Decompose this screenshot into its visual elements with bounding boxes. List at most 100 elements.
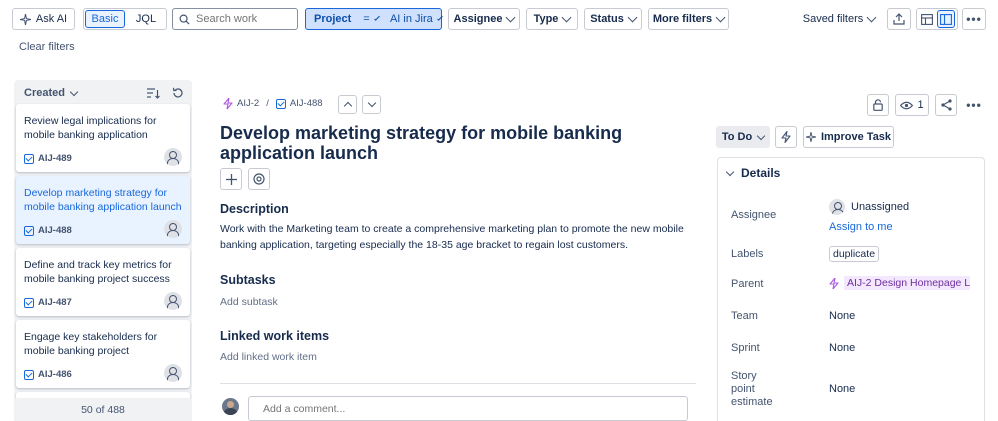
label-tag[interactable]: duplicate [829,246,880,262]
chevron-down-icon [69,87,79,96]
more-filters-label: More filters [652,13,713,25]
parent-field[interactable]: AIJ-2 Design Homepage L [829,276,970,290]
project-filter-button[interactable]: Project = AI in Jira [305,8,443,30]
ask-ai-label: Ask AI [35,13,68,25]
task-icon [24,153,34,164]
list-item-key: AIJ-489 [24,153,72,164]
team-label: Team [731,310,758,322]
list-item[interactable]: Engage key stakeholders for mobile banki… [16,320,190,388]
list-view-icon [921,13,933,25]
basic-mode-button[interactable]: Basic [85,10,125,28]
more-icon: ••• [966,98,982,112]
share-icon [940,99,952,111]
breadcrumb-parent-link[interactable]: AIJ-2 [237,98,259,109]
share-button[interactable] [935,94,957,116]
watchers-count: 1 [917,99,924,111]
status-dropdown[interactable]: To Do [716,126,770,148]
list-item[interactable]: Review legal implications for mobile ban… [16,104,190,172]
lightning-icon [781,131,791,143]
list-item[interactable]: Develop marketing strategy for mobile ba… [16,176,190,244]
list-item[interactable]: Define and track key metrics for mobile … [16,248,190,316]
chevron-down-icon [506,12,516,23]
details-heading: Details [741,166,781,180]
status-filter-button[interactable]: Status [584,8,642,30]
more-icon: ••• [966,12,982,26]
task-icon [24,225,34,236]
ask-ai-button[interactable]: Ask AI [12,8,75,30]
assignee-filter-label: Assignee [453,13,503,25]
apps-button[interactable] [248,168,270,190]
team-value[interactable]: None [829,310,855,322]
search-icon [179,14,190,25]
improve-task-label: Improve Task [820,131,892,143]
list-item-title: Develop marketing strategy for mobile ba… [24,187,182,213]
saved-filters-label: Saved filters [802,13,864,25]
comment-input-box[interactable] [248,396,688,421]
list-item-title: Engage key stakeholders for mobile banki… [24,331,158,357]
issue-more-actions-button[interactable]: ••• [962,94,986,116]
avatar [164,364,182,382]
restrict-access-button[interactable] [867,94,889,116]
eye-icon [900,101,914,109]
assignee-filter-button[interactable]: Assignee [448,8,520,30]
sort-order-button[interactable] [147,87,161,101]
lock-icon [873,99,883,111]
type-filter-button[interactable]: Type [526,8,578,30]
search-input[interactable] [196,13,292,25]
more-actions-button[interactable]: ••• [962,8,986,30]
story-points-value[interactable]: None [829,383,855,395]
linked-work-heading: Linked work items [220,329,330,343]
pagination: 50 of 488 [14,398,192,421]
automation-button[interactable] [775,126,797,148]
story-points-label-line: point [731,383,755,395]
parent-label: Parent [731,278,764,290]
previous-item-button[interactable] [338,95,357,114]
subtasks-heading: Subtasks [220,273,276,287]
page-title[interactable]: Develop marketing strategy for mobile ba… [220,123,700,163]
export-icon [893,13,905,25]
saved-filters-button[interactable]: Saved filters [798,8,880,30]
watchers-button[interactable]: 1 [895,94,929,116]
list-item-key-text: AIJ-486 [38,369,72,380]
more-filters-button[interactable]: More filters [648,8,729,30]
list-view-button[interactable] [918,10,936,28]
details-toggle[interactable]: Details [725,166,781,180]
project-filter-label: Project [314,13,352,25]
avatar [222,398,239,415]
assignee-field[interactable]: Unassigned [829,199,909,215]
chevron-up-icon [343,101,352,111]
list-item-key: AIJ-487 [24,297,72,308]
list-item-key-text: AIJ-489 [38,153,72,164]
comment-input[interactable] [263,402,663,415]
search-input-box[interactable] [172,8,298,30]
parent-value: AIJ-2 Design Homepage L [844,276,970,290]
refresh-button[interactable] [172,87,186,101]
sort-dropdown[interactable]: Created [24,87,79,99]
project-filter-operator: = [363,13,370,25]
jql-mode-button[interactable]: JQL [128,10,164,28]
chevron-down-icon [367,98,376,108]
share-export-button[interactable] [887,8,911,30]
assignee-value: Unassigned [851,201,910,213]
breadcrumb-current-link[interactable]: AIJ-488 [290,98,323,109]
assign-to-me-link[interactable]: Assign to me [829,221,893,233]
epic-lightning-icon [829,277,839,289]
sort-label: Created [24,87,65,99]
add-button[interactable] [220,168,242,190]
next-item-button[interactable] [362,95,381,114]
description-text[interactable]: Work with the Marketing team to create a… [220,221,685,253]
add-linked-work-link[interactable]: Add linked work item [220,351,317,363]
chevron-down-icon [561,12,572,23]
sprint-value[interactable]: None [829,342,855,354]
avatar [164,220,182,238]
clear-filters-link[interactable]: Clear filters [19,41,75,53]
chevron-down-icon [725,167,735,176]
add-subtask-link[interactable]: Add subtask [220,296,278,308]
chevron-down-icon [627,12,638,23]
improve-task-button[interactable]: Improve Task [803,126,894,148]
list-item-key-text: AIJ-487 [38,297,72,308]
detail-view-button[interactable] [937,10,955,28]
sprint-label: Sprint [731,342,760,354]
story-points-label-line: Story [731,370,757,382]
plus-icon [225,173,237,185]
